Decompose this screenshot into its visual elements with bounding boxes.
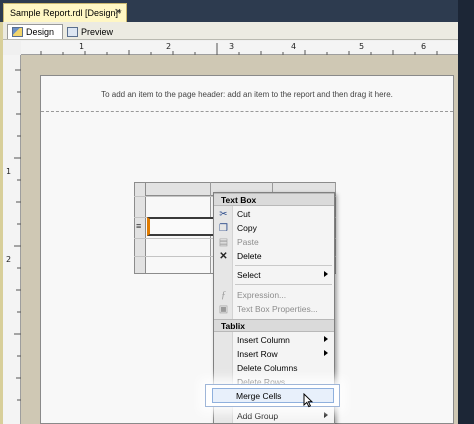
menu-item-insert-row[interactable]: Insert Row: [214, 347, 334, 361]
menu-item-paste[interactable]: Paste: [214, 235, 334, 249]
document-tab[interactable]: Sample Report.rdl [Design]* ×: [3, 3, 127, 22]
horizontal-ruler: 1 2 3 4 5 6: [21, 41, 458, 55]
menu-item-text-box-properties[interactable]: Text Box Properties...: [214, 302, 334, 316]
menu-item-merge-cells-label: Merge Cells: [236, 390, 282, 401]
menu-item-delete[interactable]: Delete: [214, 249, 334, 263]
ruler-number: 2: [6, 255, 12, 264]
page-header[interactable]: To add an item to the page header: add a…: [41, 76, 453, 112]
tab-design[interactable]: Design: [7, 24, 64, 39]
menu-section-tablix: Tablix: [214, 319, 334, 332]
menu-section-text-box: Text Box: [214, 193, 334, 206]
menu-item-delete-columns[interactable]: Delete Columns: [214, 361, 334, 375]
menu-item-cut[interactable]: Cut: [214, 207, 334, 221]
menu-item-select-label: Select: [237, 270, 261, 280]
menu-separator: [235, 265, 332, 266]
ruler-number: 5: [359, 42, 365, 51]
menu-separator: [235, 284, 332, 285]
menu-item-add-group[interactable]: Add Group: [214, 409, 334, 423]
submenu-arrow-icon: [324, 350, 328, 356]
menu-item-insert-row-label: Insert Row: [237, 349, 278, 359]
menu-item-expression[interactable]: Expression...: [214, 288, 334, 302]
report-designer-window: Sample Report.rdl [Design]* × Design Pre…: [0, 0, 474, 424]
design-tab-bar: Design Preview: [3, 22, 458, 40]
ruler-number: 2: [166, 42, 172, 51]
vertical-ruler: 1 2: [3, 55, 21, 424]
ruler-number: 6: [421, 42, 427, 51]
mouse-cursor-icon: [303, 393, 313, 408]
close-icon[interactable]: ×: [115, 6, 121, 18]
ruler-number: 1: [79, 42, 85, 51]
document-tab-title: Sample Report.rdl [Design]*: [10, 8, 122, 18]
ruler-number: 3: [229, 42, 235, 51]
menu-item-insert-column-label: Insert Column: [237, 335, 290, 345]
vertical-ruler-ticks: [14, 69, 21, 401]
submenu-arrow-icon: [324, 271, 328, 277]
tab-preview-label: Preview: [81, 26, 114, 37]
menu-item-merge-cells[interactable]: Merge Cells: [205, 384, 340, 408]
tab-design-label: Design: [26, 27, 55, 37]
menu-item-select[interactable]: Select: [214, 268, 334, 282]
menu-item-insert-column[interactable]: Insert Column: [214, 333, 334, 347]
right-edge-panel: [458, 0, 474, 424]
horizontal-ruler-ticks: [40, 43, 438, 55]
tab-preview[interactable]: Preview: [63, 24, 121, 39]
submenu-arrow-icon: [324, 336, 328, 342]
menu-item-add-group-label: Add Group: [237, 411, 279, 421]
document-tab-strip: Sample Report.rdl [Design]* ×: [0, 0, 474, 22]
details-row-icon: ≡: [136, 221, 142, 231]
page-header-hint: To add an item to the page header: add a…: [101, 90, 393, 99]
ruler-number: 1: [6, 167, 12, 176]
design-icon: [12, 27, 23, 37]
menu-item-copy[interactable]: Copy: [214, 221, 334, 235]
preview-icon: [67, 26, 79, 37]
ruler-number: 4: [291, 42, 297, 51]
submenu-arrow-icon: [324, 412, 328, 418]
